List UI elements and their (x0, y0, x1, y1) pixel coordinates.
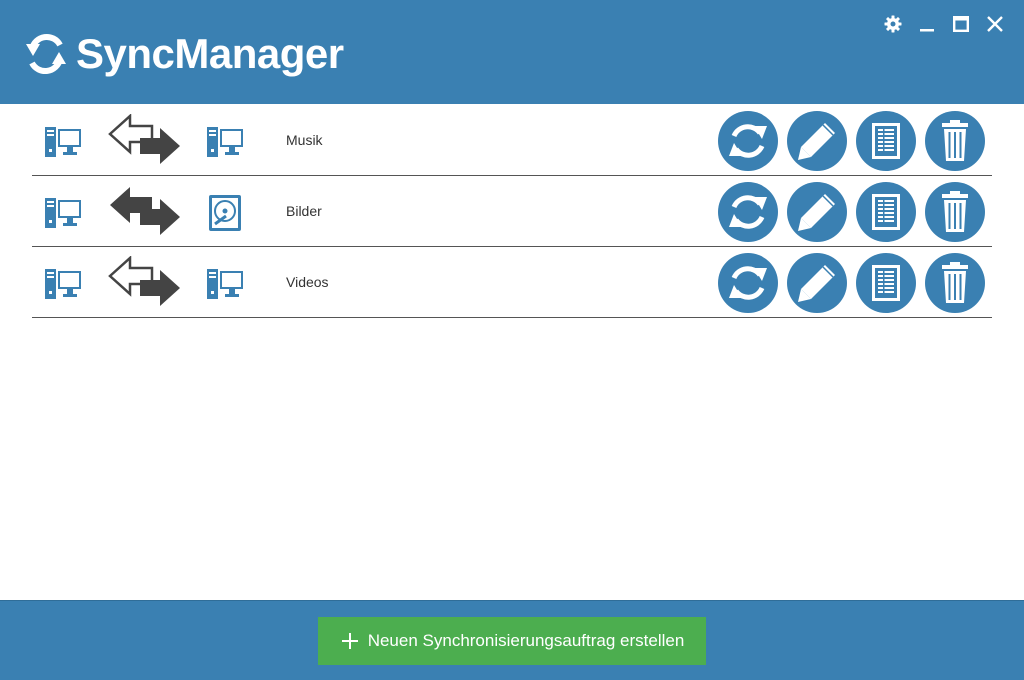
sync-icon (729, 195, 767, 229)
maximize-button[interactable] (944, 12, 978, 36)
hard-drive-icon (209, 195, 241, 231)
sync-job-row[interactable]: Videos (32, 247, 992, 318)
job-name: Musik (286, 132, 323, 148)
minimize-icon (920, 29, 934, 32)
edit-icon (798, 123, 835, 160)
header: SyncManager (0, 0, 1024, 104)
sync-icon (729, 124, 767, 158)
edit-icon (798, 265, 835, 302)
delete-button[interactable] (925, 111, 985, 171)
app-logo: SyncManager (24, 28, 344, 80)
maximize-icon (953, 16, 970, 33)
computer-icon (207, 269, 243, 299)
plus-icon (341, 633, 358, 649)
computer-icon (45, 198, 81, 228)
sync-job-row[interactable]: Musik (32, 105, 992, 176)
two-way-sync-arrow-icon (110, 187, 180, 235)
log-button[interactable] (856, 111, 916, 171)
app-window: SyncManager Musik Bilder Videos Neuen Sy… (0, 0, 1024, 680)
sync-logo-icon (26, 33, 66, 75)
edit-button[interactable] (787, 111, 847, 171)
log-button[interactable] (856, 182, 916, 242)
delete-button[interactable] (925, 182, 985, 242)
one-way-sync-arrow-icon (108, 256, 180, 306)
edit-icon (798, 194, 835, 231)
job-name: Bilder (286, 203, 322, 219)
job-name: Videos (286, 274, 329, 290)
sync-button[interactable] (718, 111, 778, 171)
log-button[interactable] (856, 253, 916, 313)
computer-icon (207, 127, 243, 157)
app-title: SyncManager (76, 30, 344, 77)
delete-icon (942, 120, 968, 161)
log-icon (872, 123, 900, 159)
create-sync-job-label: Neuen Synchronisierungsauftrag erstellen (367, 631, 685, 650)
job-actions (718, 111, 994, 171)
sync-job-list: Musik Bilder Videos (32, 105, 992, 318)
computer-icon (45, 269, 81, 299)
sync-icon (729, 266, 767, 300)
computer-icon (45, 127, 81, 157)
settings-button[interactable] (876, 12, 910, 36)
delete-button[interactable] (925, 253, 985, 313)
delete-icon (942, 262, 968, 303)
close-icon (987, 16, 1003, 32)
minimize-button[interactable] (910, 12, 944, 36)
edit-button[interactable] (787, 182, 847, 242)
edit-button[interactable] (787, 253, 847, 313)
sync-button[interactable] (718, 253, 778, 313)
job-actions (718, 182, 994, 242)
gear-icon (884, 15, 902, 33)
create-sync-job-button[interactable]: Neuen Synchronisierungsauftrag erstellen (318, 617, 706, 665)
job-actions (718, 253, 994, 313)
sync-button[interactable] (718, 182, 778, 242)
window-controls (876, 12, 1012, 36)
one-way-sync-arrow-icon (108, 114, 180, 164)
sync-job-row[interactable]: Bilder (32, 176, 992, 247)
log-icon (872, 265, 900, 301)
footer-bar: Neuen Synchronisierungsauftrag erstellen (0, 600, 1024, 680)
close-button[interactable] (978, 12, 1012, 36)
delete-icon (942, 191, 968, 232)
log-icon (872, 194, 900, 230)
